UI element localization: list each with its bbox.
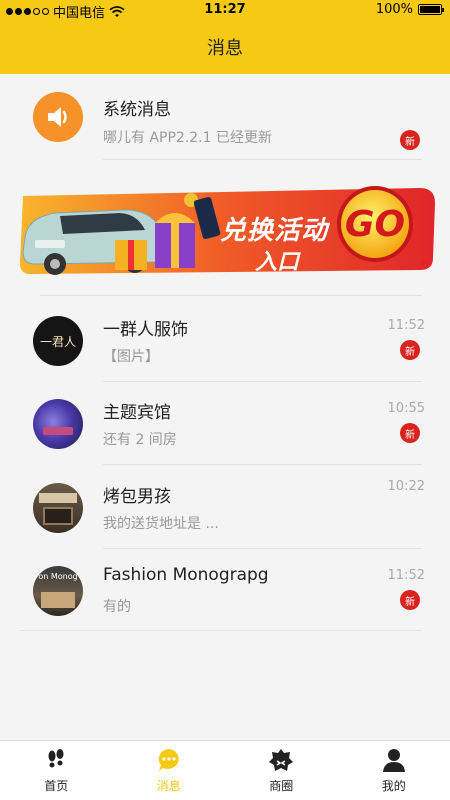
new-badge: 新 (400, 423, 420, 443)
chat-name: 一群人服饰 (103, 320, 188, 340)
divider (40, 295, 422, 296)
chat-preview: 有的 (103, 599, 131, 615)
chat-preview: 我的送货地址是 ... (103, 516, 219, 532)
chat-name: Fashion Monograpg (103, 565, 269, 585)
footprints-icon (43, 747, 69, 773)
system-message-preview: 哪儿有 APP2.2.1 已经更新 (103, 130, 272, 146)
tab-label: 消息 (156, 779, 181, 793)
tab-label: 首页 (44, 779, 69, 793)
battery-percent: 100% (375, 2, 413, 17)
status-bar: 中国电信 11:27 100% (0, 0, 450, 21)
chat-time: 11:52 (387, 318, 425, 333)
avatar (33, 399, 83, 449)
tab-label: 我的 (381, 779, 406, 793)
chat-row[interactable]: 一君人 一群人服饰 【图片】 11:52 新 (0, 300, 450, 384)
battery-icon (418, 4, 444, 15)
system-message-name: 系统消息 (103, 100, 171, 120)
chat-name: 烤包男孩 (103, 487, 171, 507)
divider (20, 630, 422, 631)
new-badge: 新 (400, 590, 420, 610)
chat-time: 10:55 (387, 401, 425, 416)
tab-bar: 首页 消息 商圈 我的 (0, 740, 450, 800)
avatar: on Monog (33, 566, 83, 616)
divider (103, 159, 422, 160)
page-title: 消息 (207, 38, 243, 59)
avatar: 一君人 (33, 316, 83, 366)
chat-time: 10:22 (387, 479, 425, 494)
divider (103, 381, 422, 382)
avatar (33, 483, 83, 533)
tab-messages[interactable]: 消息 (113, 741, 226, 800)
tab-label: 商圈 (269, 779, 294, 793)
chat-time: 11:52 (387, 568, 425, 583)
user-icon (381, 747, 407, 773)
tab-profile[interactable]: 我的 (338, 741, 450, 800)
tab-home[interactable]: 首页 (0, 741, 113, 800)
banner-subtitle: 入口 (255, 250, 300, 275)
chat-name: 主题宾馆 (103, 403, 171, 423)
chat-row[interactable]: on Monog Fashion Monograpg 有的 11:52 新 (0, 550, 450, 634)
chat-row[interactable]: 烤包男孩 我的送货地址是 ... 10:22 (0, 467, 450, 551)
chat-preview: 【图片】 (103, 349, 159, 365)
banner-title: 兑换活动 (220, 216, 329, 246)
avatar-logo-text: 一君人 (39, 334, 76, 349)
chat-row[interactable]: 主题宾馆 还有 2 间房 10:55 新 (0, 383, 450, 467)
divider (103, 548, 422, 549)
promo-banner[interactable]: 兑换活动 入口 GO (15, 178, 440, 298)
divider (103, 464, 422, 465)
speaker-icon (33, 92, 83, 142)
chat-bubble-icon (156, 747, 182, 773)
nav-header: 消息 (0, 20, 450, 74)
new-badge: 新 (400, 340, 420, 360)
system-message-row[interactable]: 系统消息 哪儿有 APP2.2.1 已经更新 新 (0, 82, 450, 160)
go-button[interactable]: GO (343, 204, 407, 245)
battery-group: 100% (375, 2, 444, 17)
shop-circle-icon (268, 747, 294, 773)
new-badge: 新 (400, 130, 420, 150)
chat-preview: 还有 2 间房 (103, 432, 177, 448)
avatar-logo-text: on Monog (38, 572, 78, 581)
tab-business[interactable]: 商圈 (225, 741, 338, 800)
